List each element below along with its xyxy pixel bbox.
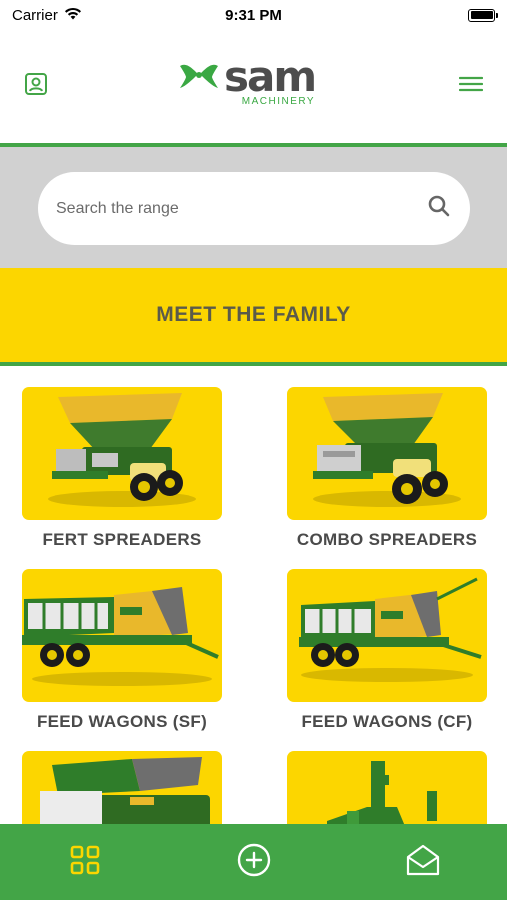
search-icon[interactable] — [428, 195, 450, 222]
product-image — [287, 387, 487, 520]
battery-icon — [468, 8, 498, 22]
logo-mark-icon — [180, 64, 218, 88]
product-card-combo-spreaders[interactable]: COMBO SPREADERS — [287, 387, 487, 550]
sam-machinery-logo: sam MACHINERY — [178, 56, 338, 112]
product-card-feed-wagons-cf[interactable]: FEED WAGONS (CF) — [287, 569, 487, 732]
tab-products[interactable] — [55, 835, 115, 885]
grid-icon — [70, 845, 99, 875]
wifi-icon — [64, 7, 82, 24]
product-card[interactable] — [22, 751, 222, 824]
logo-wordmark: sam — [224, 52, 317, 101]
section-banner: MEET THE FAMILY — [0, 268, 507, 362]
plus-circle-icon — [237, 843, 270, 877]
tab-add[interactable] — [224, 835, 284, 885]
app-header: sam MACHINERY — [0, 30, 507, 143]
search-bar[interactable] — [38, 172, 470, 245]
product-card-feed-wagons-sf[interactable]: FEED WAGONS (SF) — [22, 569, 222, 732]
product-image — [22, 387, 222, 520]
user-card-icon — [25, 73, 47, 95]
tab-messages[interactable] — [393, 835, 453, 885]
product-image — [22, 751, 222, 824]
search-input[interactable] — [56, 199, 428, 218]
status-bar: Carrier 9:31 PM — [0, 0, 507, 30]
product-grid: FERT SPREADERS COMBO SPREADERS FEED WAGO… — [0, 366, 507, 824]
logo-subtext: MACHINERY — [241, 96, 316, 107]
section-title: MEET THE FAMILY — [156, 303, 351, 326]
hamburger-menu-icon — [459, 76, 483, 92]
product-card-fert-spreaders[interactable]: FERT SPREADERS — [22, 387, 222, 550]
menu-button[interactable] — [457, 70, 485, 98]
carrier-label: Carrier — [12, 6, 58, 24]
search-section — [0, 147, 507, 268]
bottom-tab-bar — [0, 824, 507, 900]
product-image — [287, 751, 487, 824]
profile-button[interactable] — [22, 70, 50, 98]
product-label: FEED WAGONS (CF) — [301, 712, 473, 731]
product-label: FERT SPREADERS — [42, 530, 202, 549]
product-image — [22, 569, 222, 702]
product-image — [287, 569, 487, 702]
mail-icon — [406, 844, 439, 876]
product-card[interactable] — [287, 751, 487, 824]
product-label: FEED WAGONS (SF) — [36, 712, 208, 731]
product-label: COMBO SPREADERS — [296, 530, 478, 549]
